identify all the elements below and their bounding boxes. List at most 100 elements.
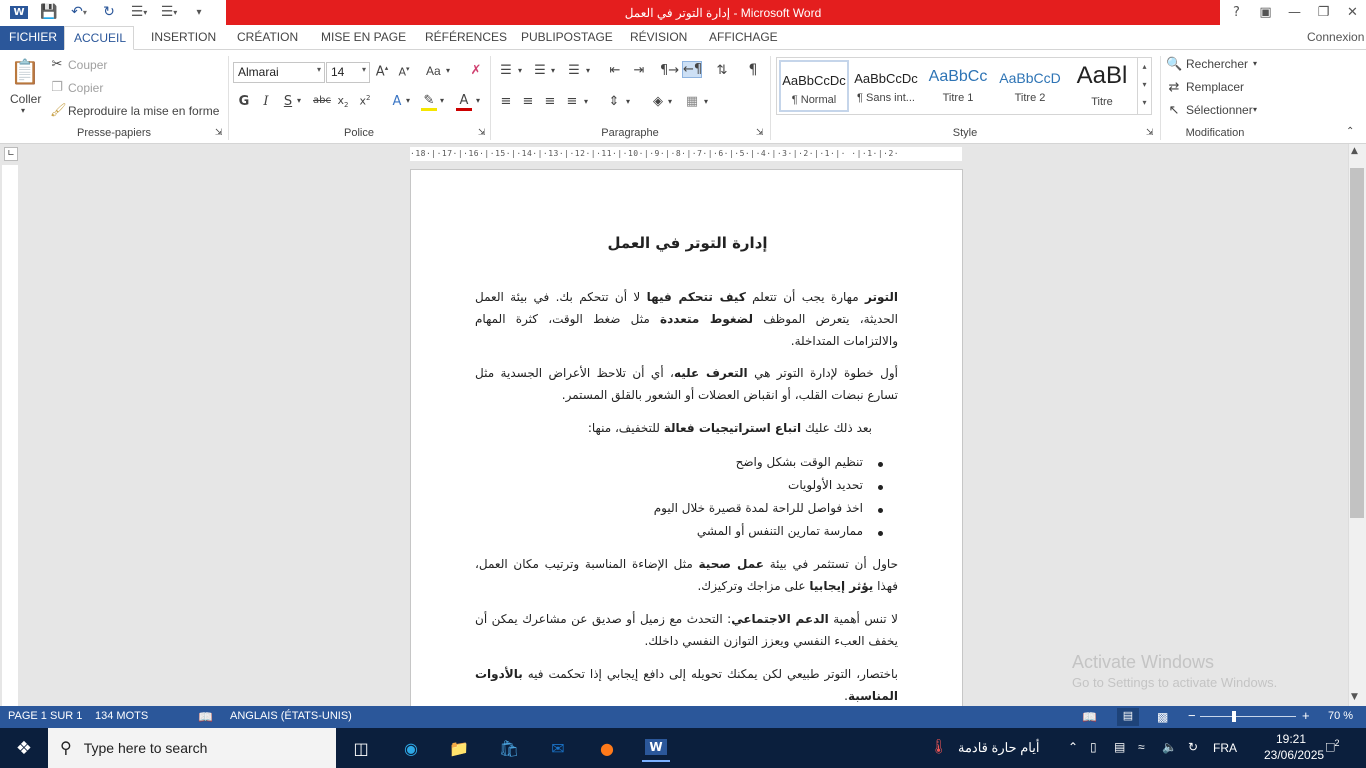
align-center-icon[interactable]: ≡	[520, 94, 536, 109]
copy-button[interactable]: Copier	[68, 81, 103, 95]
tab-publipostage[interactable]: PUBLIPOSTAGE	[512, 26, 622, 50]
customize-qat-icon[interactable]: ▾	[186, 1, 212, 23]
sign-in-link[interactable]: Connexion	[1298, 26, 1366, 50]
replace-button[interactable]: Remplacer	[1186, 80, 1244, 94]
font-launcher-icon[interactable]: ⇲	[478, 128, 486, 138]
subscript-icon[interactable]: x2	[336, 94, 350, 109]
bullets-icon[interactable]: ☰	[498, 63, 514, 78]
underline-dropdown-icon[interactable]: ▾	[297, 96, 301, 105]
font-name-combo[interactable]: Almarai ▾	[233, 62, 325, 83]
input-language[interactable]: FRA	[1213, 741, 1237, 755]
tab-accueil[interactable]: ACCUEIL	[64, 26, 134, 50]
underline-icon[interactable]: S	[282, 94, 294, 109]
close-icon[interactable]: ✕	[1338, 0, 1366, 25]
justify-dropdown-icon[interactable]: ▾	[584, 97, 588, 106]
tab-affichage[interactable]: AFFICHAGE	[700, 26, 787, 50]
taskbar-search[interactable]: ⚲ Type here to search	[48, 728, 336, 768]
clock[interactable]: 19:21 23/06/2025	[1264, 732, 1324, 762]
font-color-dropdown-icon[interactable]: ▾	[476, 96, 480, 105]
italic-icon[interactable]: I	[260, 94, 272, 109]
change-case-dropdown-icon[interactable]: ▾	[446, 66, 450, 75]
tab-revision[interactable]: RÉVISION	[621, 26, 696, 50]
select-icon[interactable]: ↖	[1166, 103, 1182, 118]
style-heading-2[interactable]: AaBbCcD Titre 2	[995, 60, 1065, 112]
align-right-icon[interactable]: ≡	[542, 94, 558, 109]
tab-fichier[interactable]: FICHIER	[0, 26, 66, 50]
change-case-button[interactable]: Aa	[426, 64, 441, 78]
increase-indent-icon[interactable]: ⇥	[630, 63, 648, 78]
battery-icon[interactable]: ▯	[1090, 740, 1097, 754]
read-mode-icon[interactable]: 📖	[1082, 710, 1097, 724]
vertical-ruler[interactable]	[2, 165, 18, 706]
decrease-indent-icon[interactable]: ⇤	[606, 63, 624, 78]
multilevel-dropdown-icon[interactable]: ▾	[586, 66, 590, 75]
print-layout-icon[interactable]: ▤	[1117, 708, 1139, 726]
firefox-icon[interactable]: ●	[593, 734, 621, 762]
paste-icon[interactable]: 📋	[10, 58, 40, 88]
scrollbar-thumb[interactable]	[1350, 168, 1364, 518]
tab-creation[interactable]: CRÉATION	[228, 26, 307, 50]
zoom-out-icon[interactable]: −	[1188, 708, 1196, 723]
replace-icon[interactable]: ⇄	[1166, 80, 1182, 95]
bold-icon[interactable]: G	[238, 94, 250, 109]
shading-dropdown-icon[interactable]: ▾	[668, 97, 672, 106]
page-count[interactable]: PAGE 1 SUR 1	[8, 710, 82, 722]
line-spacing-dropdown-icon[interactable]: ▾	[626, 97, 630, 106]
font-size-combo[interactable]: 14 ▾	[326, 62, 370, 83]
redo-icon[interactable]: ↻	[96, 1, 122, 23]
file-explorer-icon[interactable]: 📁	[445, 734, 473, 762]
cut-button[interactable]: Couper	[68, 58, 107, 72]
network-icon[interactable]: ≈	[1138, 740, 1145, 754]
zoom-slider[interactable]	[1200, 716, 1296, 717]
bullets-qat-icon[interactable]: ☰ ▾	[126, 1, 152, 23]
grow-font-icon[interactable]: A▴	[375, 64, 389, 79]
paragraph-launcher-icon[interactable]: ⇲	[756, 128, 764, 138]
ribbon-display-icon[interactable]: ▣	[1251, 0, 1280, 25]
find-dropdown-icon[interactable]: ▾	[1253, 59, 1257, 68]
save-icon[interactable]: 💾	[36, 1, 62, 23]
text-effects-dropdown-icon[interactable]: ▾	[406, 96, 410, 105]
windows-start-icon[interactable]: ❖	[10, 734, 38, 762]
numbering-qat-icon[interactable]: ☰ ▾	[156, 1, 182, 23]
style-no-spacing[interactable]: AaBbCcDc ¶ Sans int...	[851, 60, 921, 112]
style-normal[interactable]: AaBbCcDc ¶ Normal	[779, 60, 849, 112]
shading-icon[interactable]: ◈	[650, 94, 666, 109]
language-indicator[interactable]: ANGLAIS (ÉTATS-UNIS)	[230, 710, 352, 722]
styles-launcher-icon[interactable]: ⇲	[1146, 128, 1154, 138]
edge-icon[interactable]: ◉	[397, 734, 425, 762]
line-spacing-icon[interactable]: ⇕	[606, 94, 622, 109]
format-painter-button[interactable]: Reproduire la mise en forme	[68, 104, 219, 118]
paste-button[interactable]: Coller	[10, 92, 41, 106]
format-painter-icon[interactable]: 🖌	[50, 103, 67, 118]
horizontal-ruler[interactable]: ·18·|·17·|·16·|·15·|·14·|·13·|·12·|·11·|…	[410, 147, 962, 161]
word-taskbar-icon[interactable]: W	[642, 734, 670, 762]
borders-icon[interactable]: ▦	[684, 94, 700, 109]
borders-dropdown-icon[interactable]: ▾	[704, 97, 708, 106]
document-page[interactable]: إدارة التوتر في العمل التوتر مهارة يجب أ…	[410, 169, 963, 729]
find-button[interactable]: Rechercher	[1186, 57, 1248, 71]
rtl-direction-icon[interactable]: ←¶	[682, 61, 702, 78]
minimize-icon[interactable]: —	[1280, 0, 1309, 25]
ltr-direction-icon[interactable]: ¶→	[660, 63, 679, 78]
restore-icon[interactable]: ❐	[1309, 0, 1338, 25]
bullets-dropdown-icon[interactable]: ▾	[518, 66, 522, 75]
store-icon[interactable]: 🛍	[495, 734, 523, 762]
zoom-slider-thumb[interactable]	[1232, 711, 1236, 722]
tab-selector-icon[interactable]: ∟	[4, 147, 18, 161]
align-left-icon[interactable]: ≡	[498, 94, 514, 109]
shrink-font-icon[interactable]: A▾	[397, 65, 411, 79]
web-layout-icon[interactable]: ▩	[1157, 710, 1168, 724]
tab-insertion[interactable]: INSERTION	[142, 26, 225, 50]
clear-formatting-icon[interactable]: ✗	[468, 63, 484, 78]
strikethrough-icon[interactable]: abc	[313, 95, 331, 106]
scroll-up-icon[interactable]: ▲	[1351, 146, 1358, 156]
word-app-icon[interactable]: W	[6, 1, 32, 23]
superscript-icon[interactable]: x2	[358, 94, 372, 108]
device-icon[interactable]: ▤	[1114, 740, 1125, 754]
sort-icon[interactable]: ⇅	[714, 63, 730, 78]
style-heading-1[interactable]: AaBbCc Titre 1	[923, 60, 993, 112]
text-effects-icon[interactable]: A	[390, 94, 404, 109]
style-gallery-scroll[interactable]: ▴ ▾ ▾	[1137, 58, 1151, 114]
undo-icon[interactable]: ↶ ▾	[66, 1, 92, 23]
show-formatting-marks-icon[interactable]: ¶	[745, 62, 761, 78]
